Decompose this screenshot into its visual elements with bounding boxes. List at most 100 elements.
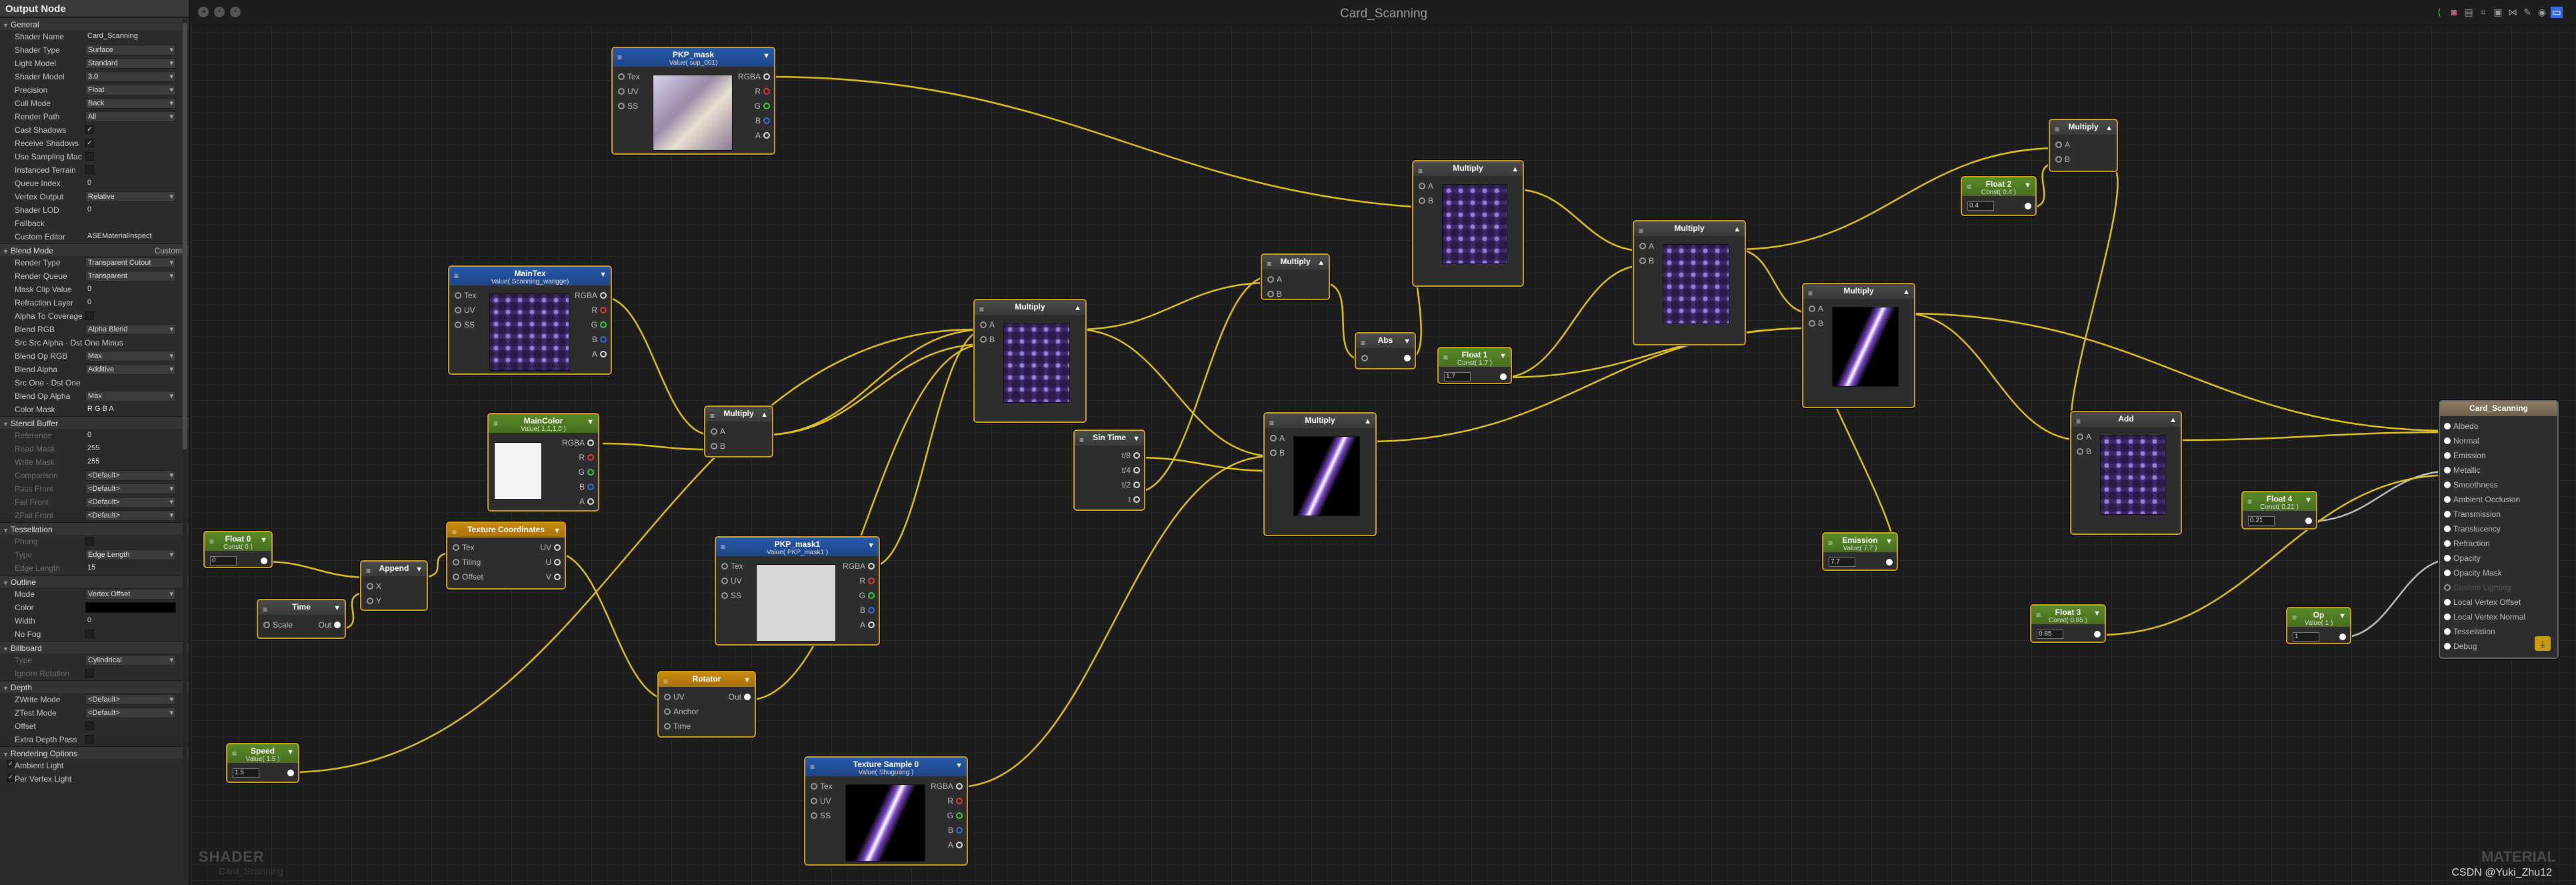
toggle-icon[interactable]: ▲	[1733, 225, 1741, 233]
input-port[interactable]: Tex	[453, 543, 475, 552]
input-port[interactable]: B	[1270, 448, 1285, 458]
node-float1[interactable]: ≡ Float 1 Const( 1.7 ) ▼ 1.7	[1437, 347, 1512, 384]
menu-icon[interactable]: ≡	[1361, 338, 1365, 347]
toggle-icon[interactable]: ▼	[2024, 181, 2031, 189]
node-header[interactable]: ≡ Float 4 Const( 0.21 ) ▼	[2243, 492, 2316, 511]
node-header[interactable]: ≡ Multiply ▲	[2050, 120, 2117, 135]
input-port[interactable]: SS	[455, 320, 475, 329]
input-port[interactable]: Scale	[263, 620, 293, 630]
output-port[interactable]: A	[755, 131, 770, 140]
toggle-icon[interactable]: ▼	[287, 748, 294, 756]
input-port[interactable]: X	[367, 582, 381, 591]
node-header[interactable]: ≡ Time ▼	[258, 600, 345, 615]
input-port[interactable]: A	[980, 320, 995, 329]
input-port[interactable]: Translucency	[2444, 524, 2501, 534]
output-port[interactable]	[1497, 372, 1507, 381]
node-header[interactable]: ≡ PKP_mask Value( sup_001) ▼	[613, 48, 774, 67]
output-port[interactable]: RGBA	[931, 782, 963, 791]
value-field[interactable]: 0.4	[1967, 201, 1994, 211]
toggle-icon[interactable]: ▼	[867, 542, 875, 550]
menu-icon[interactable]: ≡	[2055, 125, 2059, 134]
output-port[interactable]: B	[860, 606, 875, 615]
node-emission[interactable]: ≡ Emission Value( 7.7 ) ▼ 7.7	[1822, 532, 1898, 571]
input-port[interactable]: Custom Lighting	[2444, 583, 2511, 592]
node-header[interactable]: ≡ Op Value( 1 ) ▼	[2287, 608, 2350, 627]
input-port[interactable]: Time	[664, 722, 691, 731]
toggle-icon[interactable]: ▼	[333, 604, 341, 612]
value-field[interactable]: 0	[210, 556, 237, 566]
menu-icon[interactable]: ≡	[1079, 435, 1084, 445]
input-port[interactable]: SS	[721, 591, 741, 600]
input-port[interactable]: Tex	[721, 562, 743, 571]
node-header[interactable]: ≡ MainTex Value( Scanning_wangge) ▼	[449, 267, 611, 285]
output-port[interactable]: A	[860, 620, 875, 630]
output-port[interactable]: G	[591, 320, 607, 329]
menu-icon[interactable]: ≡	[1418, 166, 1423, 175]
input-port[interactable]: SS	[618, 101, 638, 111]
output-port[interactable]	[2022, 201, 2031, 211]
node-mul-mid[interactable]: ≡ Multiply ▲ A B	[973, 299, 1087, 423]
output-port[interactable]: V	[546, 572, 561, 582]
node-mul-small[interactable]: ≡ Multiply ▲ A B	[704, 405, 773, 458]
menu-icon[interactable]: ≡	[2036, 610, 2041, 620]
output-port[interactable]: RGBA	[575, 291, 607, 300]
node-maincolor[interactable]: ≡ MainColor Value( 1,1,1,0 ) ▼ RGBA R G B A	[487, 413, 599, 512]
value-field[interactable]: 0.85	[2037, 630, 2063, 639]
input-port[interactable]: UV	[664, 692, 685, 702]
output-port[interactable]: G	[579, 468, 594, 477]
node-time[interactable]: ≡ Time ▼ Scale Out	[257, 599, 346, 639]
input-port[interactable]	[1361, 353, 1371, 363]
menu-icon[interactable]: ≡	[1808, 289, 1813, 298]
input-port[interactable]: Opacity Mask	[2444, 568, 2502, 578]
output-port[interactable]	[2337, 632, 2346, 642]
input-port[interactable]: B	[1639, 256, 1654, 265]
input-port[interactable]: B	[711, 441, 725, 451]
node-float4[interactable]: ≡ Float 4 Const( 0.21 ) ▼ 0.21	[2241, 491, 2317, 530]
node-header[interactable]: ≡ MainColor Value( 1,1,1,0 ) ▼	[489, 414, 598, 433]
node-texsample[interactable]: ≡ Texture Sample 0 Value( Shuguang ) ▼ Tex UV…	[804, 756, 968, 866]
node-add[interactable]: ≡ Add ▲ A B	[2070, 411, 2182, 535]
input-port[interactable]: Tex	[811, 782, 833, 791]
input-port[interactable]: Tessellation	[2444, 627, 2495, 636]
output-port[interactable]: R	[755, 87, 770, 96]
input-port[interactable]: A	[1270, 433, 1285, 443]
node-mul-r2[interactable]: ≡ Multiply ▲ A B	[1802, 283, 1915, 408]
node-header[interactable]: ≡ Emission Value( 7.7 ) ▼	[1823, 534, 1897, 552]
node-header[interactable]: ≡ Texture Sample 0 Value( Shuguang ) ▼	[805, 758, 967, 776]
input-port[interactable]: B	[1419, 196, 1433, 205]
node-header[interactable]: ≡ Multiply ▲	[975, 300, 1085, 315]
node-op[interactable]: ≡ Op Value( 1 ) ▼ 1	[2286, 607, 2351, 644]
input-port[interactable]: SS	[811, 811, 831, 820]
toggle-icon[interactable]: ▼	[2339, 612, 2346, 620]
menu-icon[interactable]: ≡	[1639, 226, 1643, 235]
output-port[interactable]	[1883, 558, 1893, 567]
toggle-icon[interactable]: ▼	[2093, 610, 2101, 618]
toggle-icon[interactable]: ▼	[1499, 352, 1507, 360]
output-port[interactable]: B	[579, 482, 594, 492]
input-port[interactable]: B	[2055, 155, 2070, 164]
input-port[interactable]: B	[980, 335, 995, 344]
toggle-icon[interactable]: ▼	[1403, 337, 1411, 345]
node-header[interactable]: ≡ Speed Value( 1.5 ) ▼	[227, 744, 298, 763]
menu-icon[interactable]: ≡	[1967, 182, 1971, 191]
toggle-icon[interactable]: ▼	[260, 536, 267, 544]
input-port[interactable]: A	[711, 427, 725, 436]
node-sintime[interactable]: ≡ Sin Time ▼ t/8 t/4 t/2 t	[1073, 429, 1145, 511]
node-header[interactable]: ≡ Add ▲	[2071, 412, 2181, 427]
output-port[interactable]: t/4	[1122, 466, 1140, 475]
toggle-icon[interactable]: ▼	[553, 527, 561, 535]
menu-icon[interactable]: ≡	[721, 542, 725, 552]
toggle-icon[interactable]: ▲	[761, 411, 768, 419]
node-header[interactable]: ≡ Float 1 Const( 1.7 ) ▼	[1439, 348, 1511, 367]
node-header[interactable]: ≡ Multiply ▲	[1803, 284, 1914, 299]
node-mul-beam[interactable]: ≡ Multiply ▲ A B	[1263, 412, 1377, 536]
output-port[interactable]: B	[948, 826, 963, 835]
input-port[interactable]: A	[2055, 140, 2070, 149]
node-pkp-mask[interactable]: ≡ PKP_mask Value( sup_001) ▼ Tex UV SS RGBA R G B A	[611, 47, 775, 155]
toggle-icon[interactable]: ▼	[763, 52, 770, 60]
toggle-icon[interactable]: ▲	[1074, 304, 1081, 312]
input-port[interactable]: Normal	[2444, 436, 2479, 446]
input-port[interactable]: A	[2077, 432, 2091, 441]
input-port[interactable]: Refraction	[2444, 539, 2490, 548]
input-port[interactable]: Offset	[453, 572, 483, 582]
